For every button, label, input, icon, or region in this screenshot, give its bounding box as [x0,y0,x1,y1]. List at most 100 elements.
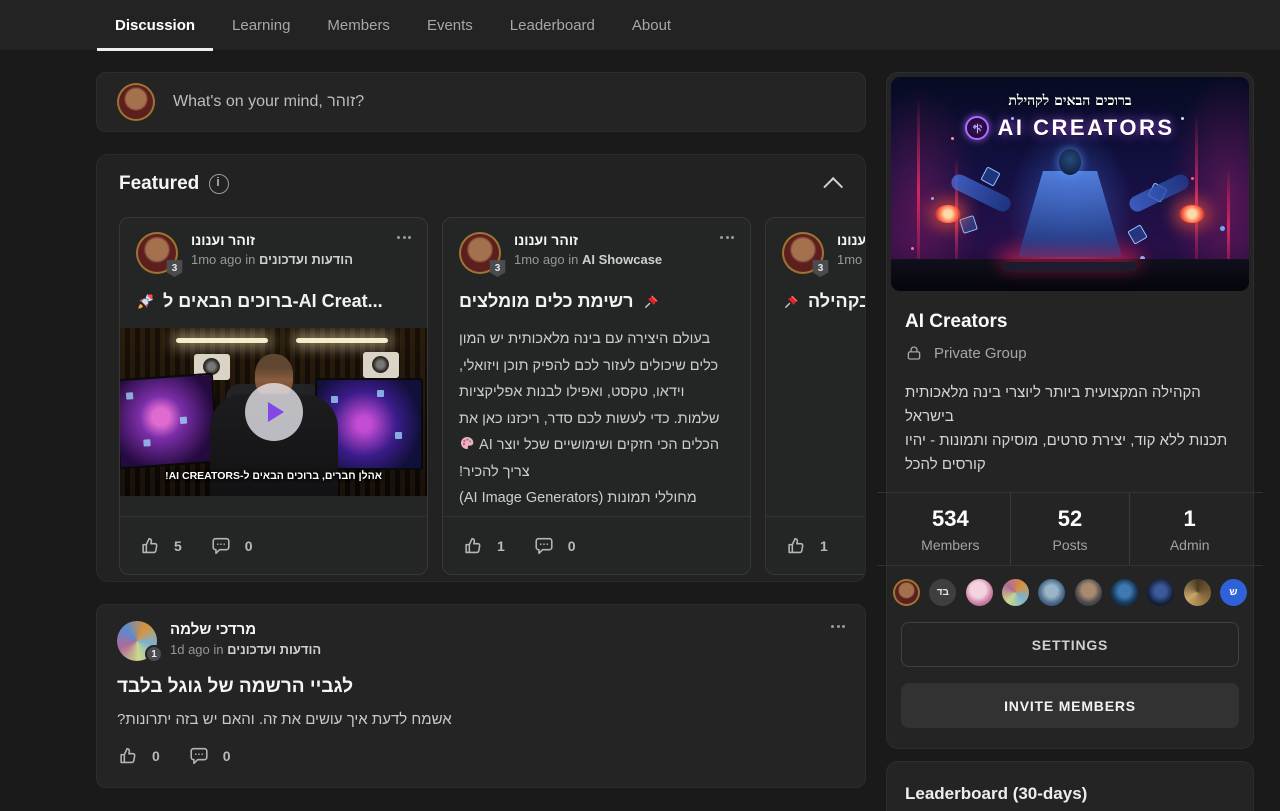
like-count: 5 [174,538,182,554]
leaderboard-card: Leaderboard (30-days) [886,761,1254,811]
chevron-up-icon[interactable] [823,177,843,197]
level-badge: 1 [145,645,163,663]
speaker [363,352,399,378]
like-count: 0 [152,748,160,764]
invite-members-button[interactable]: INVITE MEMBERS [901,683,1239,728]
like-icon[interactable] [785,535,807,557]
like-count: 1 [497,538,505,554]
body-line: דרך התפריט [782,488,866,515]
info-icon[interactable] [209,174,229,194]
comment-count: 0 [223,748,231,764]
rocket-emoji [136,292,155,311]
member-avatar[interactable]: ש [1220,579,1247,606]
particles [891,77,894,80]
tab-about[interactable]: About [632,0,671,51]
stat-value: 1 [1130,506,1249,532]
stat-members[interactable]: 534 Members [891,493,1010,565]
group-banner[interactable]: ברוכים הבאים לקהילת AI CREATORS [891,77,1249,291]
feed-post[interactable]: 1 מרדכי שלמה 1d ago in הודעות ועדכונים ל… [96,604,866,788]
body-line: היכנס ל עמוד [782,353,866,380]
featured-card-tools[interactable]: 3 זוהר וענונו 1mo ago in AI Showcase רשי… [442,217,751,575]
post-category[interactable]: הודעות ועדכונים [259,252,353,267]
more-options-icon[interactable] [397,232,411,274]
post-body: למעלה? היכנס ל עמוד התכנים שיש לקבל תשוב… [782,326,866,515]
member-avatar[interactable] [1111,579,1138,606]
member-avatar[interactable] [893,579,920,606]
like-icon[interactable] [117,745,139,767]
settings-button[interactable]: SETTINGS [901,622,1239,667]
video-thumbnail[interactable]: אהלן חברים, ברוכים הבאים ל-AI CREATORS! [120,328,427,496]
banner-brand-row: AI CREATORS [891,115,1249,141]
level-badge: 3 [166,259,183,277]
post-category[interactable]: AI Showcase [582,252,662,267]
card-footer: 1 [766,516,866,574]
stat-value: 534 [891,506,1010,532]
like-icon[interactable] [462,535,484,557]
body-line: ניתן [782,461,866,488]
featured-cards-row: 3 זוהר וענונו 1mo ago in הודעות ועדכונים… [119,217,865,575]
author-name[interactable]: זוהר וענונו [837,232,866,248]
leaderboard-title: Leaderboard (30-days) [905,784,1235,804]
group-sidebar: ברוכים הבאים לקהילת AI CREATORS AI Creat… [886,72,1254,811]
like-icon[interactable] [139,535,161,557]
comment-count: 0 [245,538,253,554]
banner-brand-text: AI CREATORS [997,115,1174,141]
tab-events[interactable]: Events [427,0,473,51]
description-line: תכנות ללא קוד, יצירת סרטים, מוסיקה ותמונ… [905,429,1235,477]
palette-emoji [459,435,475,451]
level-badge: 3 [489,259,506,277]
comment-icon[interactable] [188,745,210,767]
brain-icon [965,116,989,140]
comment-icon[interactable] [210,535,232,557]
privacy-label: Private Group [934,345,1027,362]
author-name[interactable]: מרדכי שלמה [170,621,321,638]
member-avatar[interactable] [966,579,993,606]
featured-header: Featured [119,173,843,195]
post-title[interactable]: בקהילה [782,291,866,312]
post-time: 1mo [837,252,862,267]
post-body: בעולם היצירה עם בינה מלאכותית יש המון כל… [459,326,734,512]
group-stats: 534 Members 52 Posts 1 Admin [891,493,1249,565]
more-options-icon[interactable] [831,621,845,661]
stat-label: Admin [1130,537,1249,553]
video-caption: אהלן חברים, ברוכים הבאים ל-AI CREATORS! [120,470,427,482]
stat-admins[interactable]: 1 Admin [1129,493,1249,565]
keyboard [1004,262,1136,271]
pushpin-emoji [782,293,800,311]
ceiling-light [176,338,268,343]
avatar-wrap: 3 [459,232,501,274]
member-avatar[interactable] [1075,579,1102,606]
tab-discussion[interactable]: Discussion [115,0,195,51]
member-avatar[interactable] [1002,579,1029,606]
community-page: Discussion Learning Members Events Leade… [0,0,1280,811]
tab-members[interactable]: Members [327,0,390,51]
group-info: AI Creators Private Group הקהילה המקצועי… [891,291,1249,477]
post-title[interactable]: לגביי הרשמה של גוגל בלבד [117,676,845,698]
post-header: 1 מרדכי שלמה 1d ago in הודעות ועדכונים [117,621,845,661]
level-badge: 3 [812,259,829,277]
member-avatar[interactable]: בד [929,579,956,606]
member-avatar[interactable] [1147,579,1174,606]
member-avatar[interactable] [1184,579,1211,606]
body-line: התכנים שיש [782,380,866,407]
avatar-wrap: 3 [136,232,178,274]
comment-icon[interactable] [533,535,555,557]
author-name[interactable]: זוהר וענונו [514,232,662,248]
comment-count: 0 [568,538,576,554]
post-category[interactable]: הודעות ועדכונים [227,642,321,657]
featured-card-community[interactable]: 3 זוהר וענונו 1mo בקהילה למעלה? היכנס ל [765,217,866,575]
post-title[interactable]: רשימת כלים מומלצים [459,291,734,312]
more-options-icon[interactable] [720,232,734,274]
avatar-wrap: 3 [782,232,824,274]
post-composer[interactable]: What's on your mind, זוהר? [96,72,866,132]
stat-posts[interactable]: 52 Posts [1010,493,1130,565]
featured-card-welcome[interactable]: 3 זוהר וענונו 1mo ago in הודעות ועדכונים… [119,217,428,575]
tab-leaderboard[interactable]: Leaderboard [510,0,595,51]
tab-learning[interactable]: Learning [232,0,290,51]
play-button[interactable] [245,383,303,441]
post-title[interactable]: ברוכים הבאים ל-AI Creat... [136,291,411,312]
body-text: מחוללי תמונות (AI Image Generators) [459,490,697,506]
author-name[interactable]: זוהר וענונו [191,232,353,248]
member-avatar[interactable] [1038,579,1065,606]
post-footer: 0 0 [117,745,845,767]
